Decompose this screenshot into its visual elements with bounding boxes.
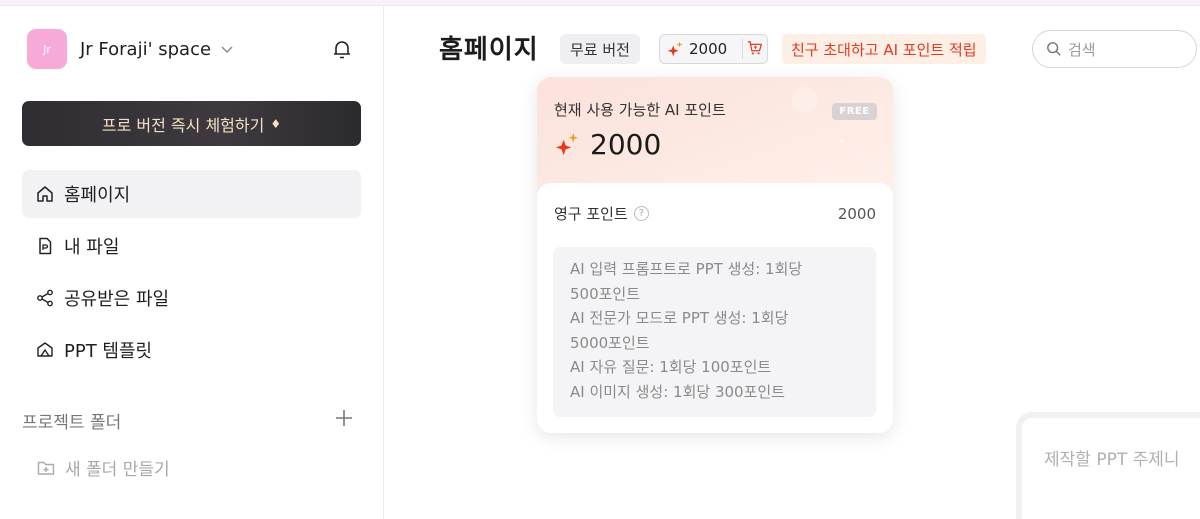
folder-add-icon — [37, 461, 55, 475]
new-folder-label: 새 폴더 만들기 — [65, 460, 170, 480]
sidebar-item-home[interactable]: 홈페이지 — [22, 170, 361, 218]
popover-header: 현재 사용 가능한 AI 포인트 FREE 2000 — [537, 77, 893, 193]
info-line: 5000포인트 — [570, 333, 650, 352]
search-icon — [1047, 42, 1061, 56]
sidebar-item-label: 홈페이지 — [64, 185, 131, 206]
info-line: AI 입력 프롬프트로 PPT 생성: 1회당 — [570, 260, 803, 278]
sparkle-icon — [555, 132, 579, 156]
permanent-points-label: 영구 포인트 — [554, 205, 628, 223]
available-points: 2000 — [554, 128, 661, 161]
info-line: 500포인트 — [570, 284, 641, 303]
new-folder-button[interactable]: 새 폴더 만들기 — [36, 455, 170, 480]
ppt-topic-placeholder: 제작할 PPT 주제니 — [1044, 450, 1180, 470]
workspace-name: Jr Foraji' space — [80, 38, 212, 60]
search-input[interactable]: 검색 — [1032, 30, 1197, 68]
info-line: AI 전문가 모드로 PPT 생성: 1회당 — [570, 309, 789, 328]
file-icon — [39, 237, 52, 255]
points-value: 2000 — [689, 40, 728, 58]
pro-trial-label: 프로 버전 즉시 체험하기 — [101, 115, 265, 135]
points-popover: 현재 사용 가능한 AI 포인트 FREE 2000 영구 포인트 ? 2000… — [537, 77, 893, 433]
sidebar-item-label: 내 파일 — [64, 237, 120, 258]
permanent-points-value: 2000 — [837, 204, 876, 223]
sidebar-item-my-files[interactable]: 내 파일 — [22, 222, 361, 270]
free-tag: FREE — [832, 103, 877, 120]
points-cost-info: AI 입력 프롬프트로 PPT 생성: 1회당 500포인트 AI 전문가 모드… — [553, 247, 876, 417]
chevron-down-icon — [219, 41, 235, 57]
pro-trial-button[interactable]: 프로 버전 즉시 체험하기 ♦ — [22, 101, 361, 146]
template-icon — [37, 342, 53, 357]
share-icon — [37, 289, 53, 307]
available-points-label: 현재 사용 가능한 AI 포인트 — [554, 101, 726, 119]
info-line: AI 이미지 생성: 1회당 300포인트 — [570, 382, 785, 401]
workspace-switcher[interactable]: Jr Jr Foraji' space — [27, 29, 235, 69]
project-folder-label: 프로젝트 폴더 — [22, 413, 122, 433]
page-title: 홈페이지 — [439, 35, 539, 65]
popover-body: 영구 포인트 ? 2000 AI 입력 프롬프트로 PPT 생성: 1회당 50… — [537, 183, 893, 433]
permanent-points-row: 영구 포인트 ? 2000 — [554, 203, 876, 224]
diamond-icon: ♦ — [270, 116, 282, 131]
info-line: AI 자유 질문: 1회당 100포인트 — [570, 358, 772, 377]
available-points-value: 2000 — [590, 128, 662, 161]
points-button[interactable]: 2000 — [659, 34, 768, 64]
sparkle-icon — [667, 41, 683, 57]
sidebar-item-label: 공유받은 파일 — [64, 289, 170, 310]
ppt-topic-input[interactable]: 제작할 PPT 주제니 — [1016, 412, 1200, 519]
help-icon[interactable]: ? — [633, 206, 649, 221]
sidebar: Jr Jr Foraji' space 프로 버전 즉시 체험하기 ♦ 홈페이지… — [0, 6, 384, 519]
sidebar-item-shared-files[interactable]: 공유받은 파일 — [22, 274, 361, 322]
avatar: Jr — [27, 29, 67, 69]
cart-icon[interactable] — [742, 39, 762, 59]
plus-icon[interactable] — [333, 407, 355, 429]
search-placeholder: 검색 — [1068, 40, 1096, 59]
plan-badge: 무료 버전 — [560, 34, 640, 64]
invite-friends-button[interactable]: 친구 초대하고 AI 포인트 적립 — [782, 34, 986, 64]
sidebar-item-ppt-templates[interactable]: PPT 템플릿 — [22, 326, 361, 374]
home-icon — [37, 186, 53, 202]
sidebar-nav: 홈페이지 내 파일 공유받은 파일 PPT 템플릿 — [22, 170, 361, 378]
sidebar-item-label: PPT 템플릿 — [64, 341, 153, 362]
bell-icon[interactable] — [330, 37, 354, 61]
